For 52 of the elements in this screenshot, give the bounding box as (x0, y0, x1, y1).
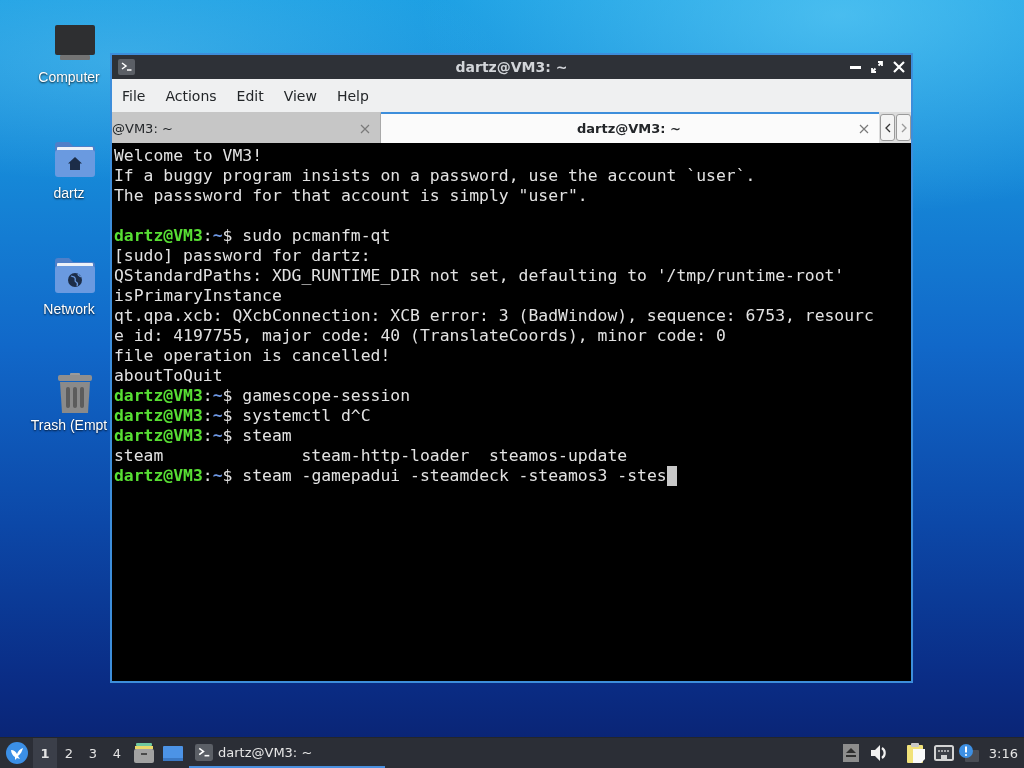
terminal-output-line: qt.qpa.xcb: QXcbConnection: XCB error: 3 (BadWindow), sequence: 6753, resourc (114, 306, 874, 326)
shell-prompt-line: dartz@VM3:~$ gamescope-session (114, 386, 411, 406)
desktop-icon-label[interactable]: Network (43, 301, 95, 318)
terminal-output-line: QStandardPaths: XDG_RUNTIME_DIR not set, defaulting to '/tmp/runtime-root' (114, 266, 845, 286)
clipboard-icon[interactable] (906, 743, 927, 763)
tab[interactable]: @VM3: ~ (112, 112, 381, 143)
home-folder-icon[interactable] (55, 141, 95, 177)
eject-icon[interactable] (842, 744, 859, 762)
workspace-button[interactable]: 3 (81, 738, 105, 768)
menu-item[interactable]: Actions (155, 83, 227, 108)
chevron-right-icon (900, 122, 907, 133)
terminal-output-line: aboutToQuit (114, 366, 223, 386)
minimize-icon[interactable] (850, 65, 861, 69)
bird-logo-icon[interactable] (6, 742, 28, 764)
shell-prompt-line: dartz@VM3:~$ systemctl d^C (114, 406, 371, 426)
monitor-icon[interactable] (55, 25, 95, 60)
shell-prompt-line: dartz@VM3:~$ steam -gamepadui -steamdeck -steamos3 -stes (114, 466, 667, 486)
menu-item[interactable]: File (112, 83, 156, 108)
screen-icon[interactable] (163, 745, 183, 761)
terminal-output-line: Welcome to VM3! (114, 146, 263, 166)
terminal-output-line: [sudo] password for dartz: (114, 246, 371, 266)
chevron-left-icon (884, 122, 891, 133)
terminal-icon (195, 743, 213, 761)
tab[interactable]: dartz@VM3: ~ (381, 112, 879, 143)
terminal-output-line: isPrimaryInstance (114, 286, 282, 306)
terminal-icon (118, 59, 135, 75)
menu-item[interactable]: Edit (226, 83, 274, 108)
desktop-icon-label[interactable]: Trash (Empt (30, 417, 108, 434)
workspace-button[interactable]: 2 (57, 738, 81, 768)
menu-item[interactable]: View (273, 83, 327, 108)
globe-folder-icon[interactable] (55, 257, 95, 293)
terminal-output-line: file operation is cancelled! (114, 346, 391, 366)
terminal-output-line: The passsword for that account is simply "user". (114, 186, 588, 206)
shell-prompt-line: dartz@VM3:~$ steam (114, 426, 292, 446)
terminal-output-line: e id: 4197755, major code: 40 (TranslateCoords), minor code: 0 (114, 326, 726, 346)
exclamation-icon[interactable] (958, 744, 979, 762)
taskbar-window-button[interactable]: dartz@VM3: ~ (189, 738, 385, 768)
ethernet-port-icon[interactable] (933, 745, 954, 761)
menu-item[interactable]: Help (326, 83, 379, 108)
desktop-icon-label[interactable]: dartz (53, 185, 85, 202)
maximize-icon[interactable] (871, 61, 883, 73)
scroll-left-button[interactable] (880, 114, 895, 141)
workspace-button[interactable]: 4 (105, 738, 129, 768)
speaker-icon[interactable] (870, 745, 887, 761)
workspace-button[interactable]: 1 (33, 738, 57, 768)
terminal-output-line: If a buggy program insists on a password, use the account `user`. (114, 166, 756, 186)
terminal-output-line: steam steam-http-loader steamos-update (114, 446, 628, 466)
scroll-right-button[interactable] (896, 114, 911, 141)
window-title: dartz@VM3: ~ (455, 59, 568, 75)
shell-prompt-line: dartz@VM3:~$ sudo pcmanfm-qt (114, 226, 391, 246)
drawer-icon[interactable] (134, 743, 154, 763)
clock-text[interactable]: 3:16 (988, 745, 1018, 761)
